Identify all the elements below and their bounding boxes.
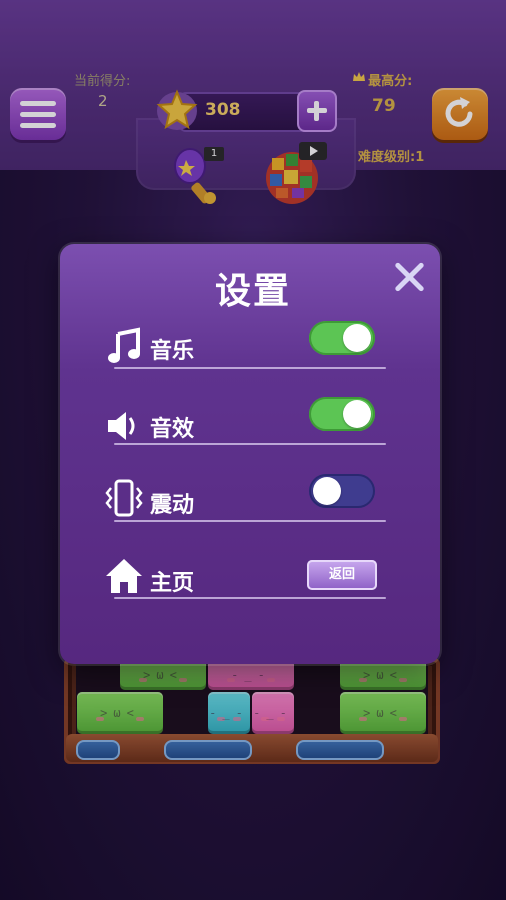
- sound-effects-label: 音效: [150, 417, 195, 442]
- speaker-icon: [108, 412, 135, 440]
- divider: [114, 520, 386, 522]
- music-label: 音乐: [150, 339, 195, 364]
- vibration-toggle[interactable]: [309, 474, 375, 508]
- divider: [114, 367, 386, 369]
- music-toggle[interactable]: [309, 321, 375, 355]
- sound-effects-toggle[interactable]: [309, 397, 375, 431]
- divider: [114, 597, 386, 599]
- vibrate-phone-icon: [105, 479, 143, 517]
- settings-title: 设置: [214, 271, 291, 312]
- back-button[interactable]: 返回: [307, 560, 377, 590]
- home-label: 主页: [150, 571, 195, 596]
- home-icon: [106, 559, 142, 593]
- close-icon[interactable]: [392, 260, 426, 294]
- vibration-label: 震动: [150, 493, 195, 518]
- music-note-icon: [108, 327, 140, 363]
- divider: [114, 443, 386, 445]
